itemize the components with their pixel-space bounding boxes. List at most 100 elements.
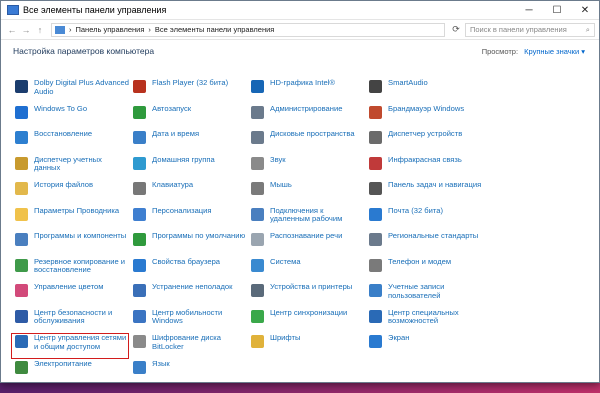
control-panel-item[interactable]: Система bbox=[247, 257, 365, 283]
control-panel-item[interactable]: Шрифты bbox=[247, 333, 365, 359]
item-icon bbox=[15, 80, 28, 93]
control-panel-item[interactable]: Электропитание bbox=[11, 359, 129, 385]
control-panel-item[interactable]: Мышь bbox=[247, 180, 365, 206]
item-label: Инфракрасная связь bbox=[388, 154, 462, 164]
item-label: Подключения к удаленным рабочим bbox=[270, 205, 343, 224]
control-panel-item[interactable]: Дата и время bbox=[129, 129, 247, 155]
control-panel-item[interactable]: Звук bbox=[247, 155, 365, 181]
forward-icon[interactable]: → bbox=[19, 25, 33, 35]
control-panel-item[interactable]: Устройства и принтеры bbox=[247, 282, 365, 308]
item-icon bbox=[15, 131, 28, 144]
control-panel-item[interactable]: Программы и компоненты bbox=[11, 231, 129, 257]
item-icon bbox=[133, 156, 146, 170]
control-panel-item[interactable]: Персонализация bbox=[129, 206, 247, 232]
item-label: Резервное копирование и восстановление bbox=[34, 256, 126, 275]
control-panel-item[interactable]: HD-графика Intel® bbox=[247, 78, 365, 104]
item-icon bbox=[251, 156, 264, 170]
control-panel-item[interactable]: Программы по умолчанию bbox=[129, 231, 247, 257]
control-panel-item[interactable]: Панель задач и навигация bbox=[365, 180, 483, 206]
control-panel-item[interactable]: Автозапуск bbox=[129, 104, 247, 130]
control-panel-item[interactable]: Администрирование bbox=[247, 104, 365, 130]
breadcrumb-control-panel[interactable]: Панель управления bbox=[76, 25, 145, 34]
item-icon bbox=[133, 258, 146, 272]
control-panel-item[interactable]: Шифрование диска BitLocker bbox=[129, 333, 247, 359]
item-label: Windows To Go bbox=[34, 103, 88, 113]
item-label: Шрифты bbox=[270, 333, 301, 342]
breadcrumb-separator: › bbox=[148, 25, 151, 34]
address-field[interactable]: › Панель управления › Все элементы панел… bbox=[51, 22, 445, 37]
control-panel-item[interactable]: Экран bbox=[365, 333, 483, 359]
control-panel-item[interactable]: Dolby Digital Plus Advanced Audio bbox=[11, 78, 129, 104]
item-label: Система bbox=[270, 256, 301, 266]
up-icon[interactable]: ↑ bbox=[33, 25, 47, 35]
item-label: Учетные записи пользователей bbox=[388, 282, 445, 300]
control-panel-item[interactable]: Учетные записи пользователей bbox=[365, 282, 483, 308]
control-panel-item[interactable]: Язык bbox=[129, 359, 247, 385]
items-column: Dolby Digital Plus Advanced Audio Windows… bbox=[11, 78, 129, 384]
title-bar: Все элементы панели управления ─ ☐ ✕ bbox=[1, 1, 599, 20]
control-panel-item[interactable]: Центр мобильности Windows bbox=[129, 308, 247, 334]
control-panel-item[interactable]: Почта (32 бита) bbox=[365, 206, 483, 232]
control-panel-item[interactable]: Параметры Проводника bbox=[11, 206, 129, 232]
view-by-dropdown[interactable]: Крупные значки ▾ bbox=[524, 47, 585, 56]
control-panel-item[interactable]: Инфракрасная связь bbox=[365, 155, 483, 181]
control-panel-item[interactable]: Центр специальных возможностей bbox=[365, 308, 483, 334]
control-panel-item[interactable]: Распознавание речи bbox=[247, 231, 365, 257]
minimize-button[interactable]: ─ bbox=[515, 1, 543, 20]
control-panel-item[interactable]: Брандмауэр Windows bbox=[365, 104, 483, 130]
control-panel-item[interactable]: Домашняя группа bbox=[129, 155, 247, 181]
control-panel-item[interactable]: Центр безопасности и обслуживания bbox=[11, 308, 129, 334]
window-title: Все элементы панели управления bbox=[23, 5, 167, 15]
close-button[interactable]: ✕ bbox=[571, 1, 599, 20]
control-panel-window: Все элементы панели управления ─ ☐ ✕ ← →… bbox=[0, 0, 600, 383]
control-panel-item[interactable]: Дисковые пространства bbox=[247, 129, 365, 155]
item-label: Электропитание bbox=[34, 358, 92, 368]
control-panel-item[interactable]: Центр синхронизации bbox=[247, 308, 365, 334]
back-icon[interactable]: ← bbox=[5, 25, 19, 35]
control-panel-item[interactable]: Flash Player (32 бита) bbox=[129, 78, 247, 104]
item-label: Центр синхронизации bbox=[270, 307, 348, 317]
item-icon bbox=[15, 258, 28, 272]
item-icon bbox=[369, 156, 382, 170]
control-panel-item[interactable]: Диспетчер учетных данных bbox=[11, 155, 129, 181]
control-panel-item[interactable]: Свойства браузера bbox=[129, 257, 247, 283]
control-panel-item[interactable]: Управление цветом bbox=[11, 282, 129, 308]
content-area: Настройка параметров компьютера Просмотр… bbox=[1, 40, 599, 382]
control-panel-item[interactable]: Устранение неполадок bbox=[129, 282, 247, 308]
breadcrumb-all-items[interactable]: Все элементы панели управления bbox=[155, 25, 274, 34]
page-title: Настройка параметров компьютера bbox=[13, 46, 155, 56]
item-icon bbox=[15, 360, 28, 374]
control-panel-icon bbox=[55, 25, 65, 34]
control-panel-item[interactable]: Подключения к удаленным рабочим bbox=[247, 206, 365, 232]
item-icon bbox=[15, 309, 28, 323]
item-label: Устройства и принтеры bbox=[270, 282, 353, 291]
control-panel-item[interactable]: Клавиатура bbox=[129, 180, 247, 206]
control-panel-item[interactable]: История файлов bbox=[11, 180, 129, 206]
control-panel-item[interactable]: Телефон и модем bbox=[365, 257, 483, 283]
item-label: HD-графика Intel® bbox=[270, 78, 335, 87]
item-label: Автозапуск bbox=[152, 103, 192, 113]
search-input[interactable]: Поиск в панели управления ⌕ bbox=[465, 22, 595, 37]
item-label: Центр мобильности Windows bbox=[152, 307, 223, 326]
item-icon bbox=[369, 258, 382, 272]
control-panel-item[interactable]: Региональные стандарты bbox=[365, 231, 483, 257]
item-label: Клавиатура bbox=[152, 180, 194, 189]
control-panel-item[interactable]: Резервное копирование и восстановление bbox=[11, 257, 129, 283]
item-label: Дисковые пространства bbox=[270, 129, 355, 138]
control-panel-item[interactable]: Диспетчер устройств bbox=[365, 129, 483, 155]
item-label: Программы по умолчанию bbox=[152, 231, 246, 240]
item-icon bbox=[251, 258, 264, 272]
refresh-icon[interactable]: ⟳ bbox=[449, 24, 463, 35]
item-label: Программы и компоненты bbox=[34, 231, 127, 240]
item-icon bbox=[133, 335, 146, 348]
control-panel-item[interactable]: Центр управления сетями и общим доступом bbox=[11, 333, 129, 359]
item-label: Распознавание речи bbox=[270, 231, 343, 240]
control-panel-item[interactable]: SmartAudio bbox=[365, 78, 483, 104]
control-panel-item[interactable]: Windows To Go bbox=[11, 104, 129, 130]
search-placeholder: Поиск в панели управления bbox=[470, 25, 567, 34]
maximize-button[interactable]: ☐ bbox=[543, 1, 571, 20]
item-icon bbox=[133, 233, 146, 246]
control-panel-item[interactable]: Восстановление bbox=[11, 129, 129, 155]
item-icon bbox=[133, 80, 146, 93]
item-label: Центр специальных возможностей bbox=[388, 307, 459, 326]
